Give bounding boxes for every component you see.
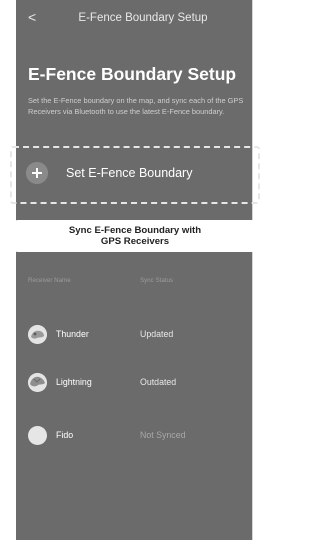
set-boundary-label: Set E-Fence Boundary	[66, 166, 193, 180]
receiver-row-lightning[interactable]: Lightning Outdated	[28, 372, 248, 392]
sync-status: Updated	[140, 329, 174, 339]
sync-button-line2: GPS Receivers	[100, 236, 170, 247]
sync-status: Not Synced	[140, 430, 186, 440]
sync-status: Outdated	[140, 377, 177, 387]
set-boundary-button[interactable]: Set E-Fence Boundary	[10, 146, 260, 204]
dog-avatar-icon	[28, 324, 47, 344]
receiver-name: Fido	[56, 430, 74, 440]
back-icon[interactable]: <	[28, 10, 36, 24]
receiver-name: Thunder	[56, 329, 89, 339]
column-header-receiver-name: Receiver Name	[28, 277, 71, 284]
sync-receivers-button[interactable]: Sync E-Fence Boundary with GPS Receivers	[12, 220, 258, 252]
app-screen: < E-Fence Boundary Setup E-Fence Boundar…	[16, 0, 252, 540]
topbar-title: E-Fence Boundary Setup	[78, 12, 208, 24]
dog-avatar-icon	[28, 372, 47, 392]
page-title: E-Fence Boundary Setup	[28, 64, 237, 84]
receiver-row-fido[interactable]: Fido Not Synced	[28, 425, 248, 445]
blank-avatar-icon	[28, 425, 47, 445]
column-header-sync-status: Sync Status	[140, 277, 174, 284]
receiver-row-thunder[interactable]: Thunder Updated	[28, 324, 248, 344]
sync-button-line1: Sync E-Fence Boundary with	[68, 224, 202, 236]
top-bar: < E-Fence Boundary Setup	[16, 0, 252, 36]
plus-circle-icon	[26, 162, 48, 184]
screen-edge	[252, 0, 253, 540]
page-description: Set the E-Fence boundary on the map, and…	[28, 96, 244, 116]
receiver-name: Lightning	[56, 377, 92, 387]
